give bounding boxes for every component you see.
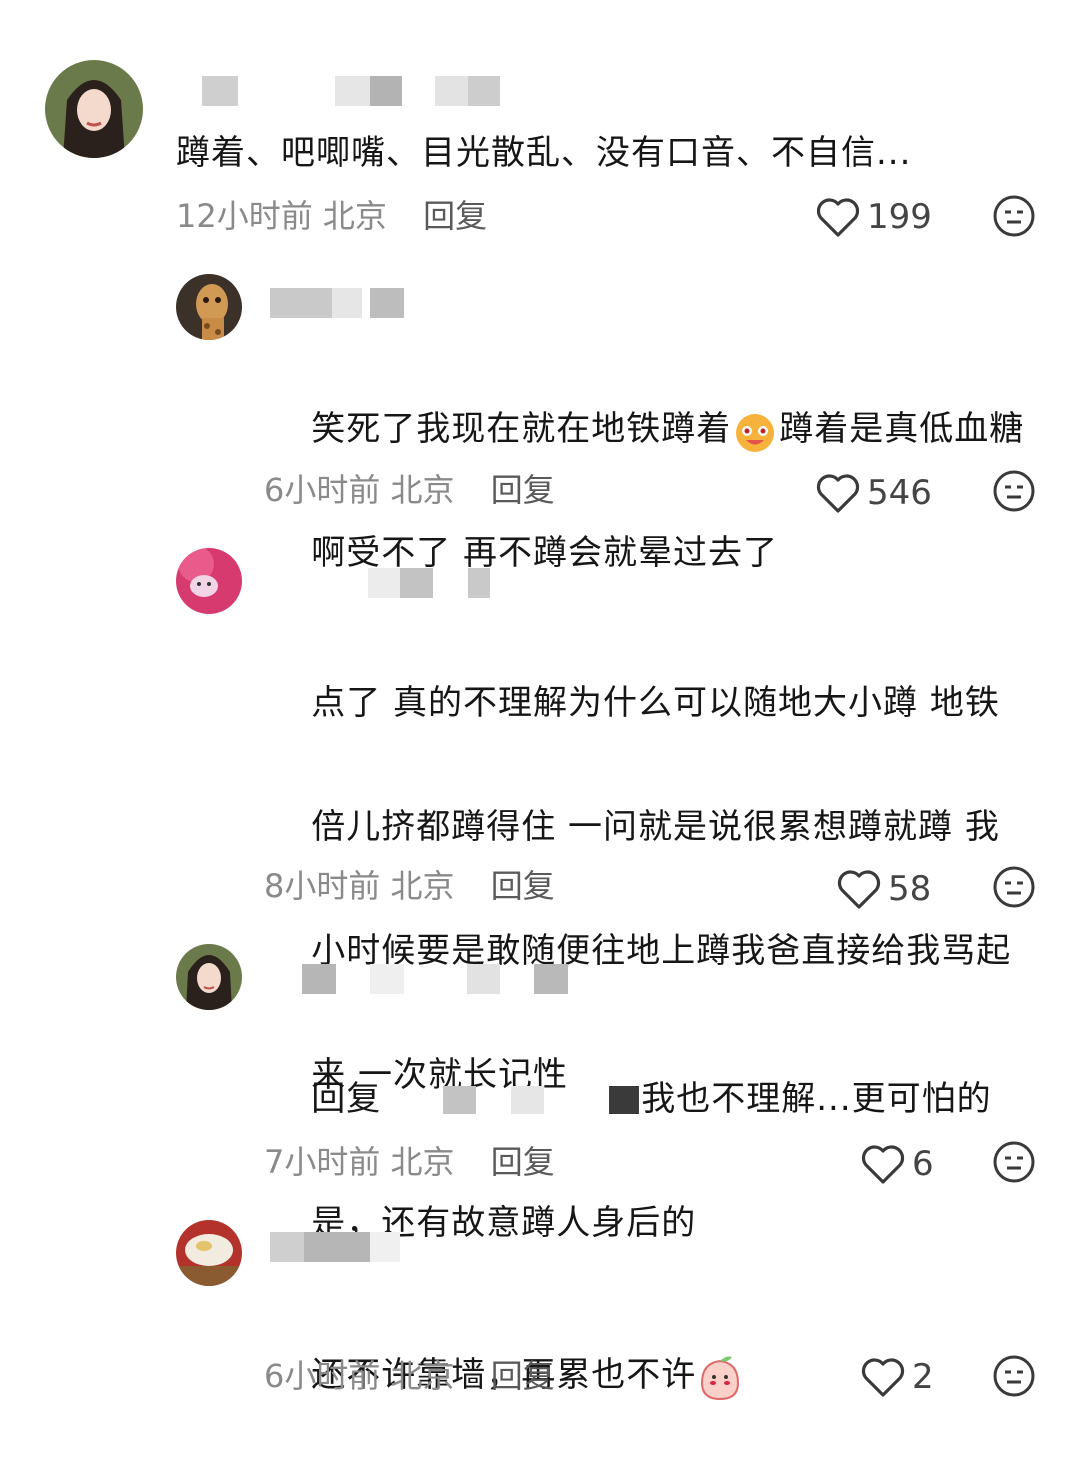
username-redacted[interactable] [262, 284, 422, 320]
username-redacted[interactable] [262, 960, 610, 996]
username-redacted[interactable] [368, 564, 498, 600]
comment-meta: 6小时前 北京 回复 [264, 470, 555, 510]
heart-outline-icon [816, 474, 860, 513]
like-button[interactable]: 199 [815, 196, 932, 238]
heart-outline-icon [837, 870, 881, 909]
like-button[interactable]: 2 [860, 1356, 934, 1398]
timestamp: 12小时前 [176, 197, 313, 235]
drooling-emoji-icon [736, 413, 775, 452]
timestamp: 8小时前 [264, 867, 381, 905]
location: 北京 [390, 1143, 455, 1181]
location: 北京 [390, 867, 455, 905]
reply-prefix: 回复 [311, 1079, 382, 1119]
comment-meta: 12小时前 北京 回复 [176, 196, 487, 236]
reply-button[interactable]: 回复 [491, 1357, 555, 1395]
neutral-face-icon[interactable] [992, 194, 1036, 238]
username-redacted[interactable] [262, 1228, 452, 1264]
like-count: 58 [888, 869, 932, 909]
neutral-face-icon[interactable] [992, 865, 1036, 909]
avatar[interactable] [176, 1220, 242, 1286]
mention-redacted[interactable] [381, 1084, 641, 1118]
timestamp: 6小时前 [264, 1357, 381, 1395]
heart-outline-icon [861, 1145, 905, 1184]
like-count: 2 [912, 1357, 934, 1397]
timestamp: 7小时前 [264, 1143, 381, 1181]
like-count: 199 [867, 197, 932, 237]
timestamp: 6小时前 [264, 471, 381, 509]
comment-meta: 8小时前 北京 回复 [264, 866, 555, 906]
avatar[interactable] [176, 548, 242, 614]
like-count: 6 [912, 1144, 934, 1184]
like-button[interactable]: 58 [836, 868, 931, 910]
comment-meta: 6小时前 北京 回复 [264, 1356, 555, 1396]
reply-button[interactable]: 回复 [491, 867, 555, 905]
location: 北京 [390, 471, 455, 509]
peach-shy-emoji-icon [701, 1356, 740, 1400]
username-redacted[interactable] [170, 72, 520, 108]
like-count: 546 [867, 473, 932, 513]
comment-text: 蹲着、吧唧嘴、目光散乱、没有口音、不自信... [176, 133, 912, 173]
comment-meta: 7小时前 北京 回复 [264, 1142, 555, 1182]
reply-button[interactable]: 回复 [491, 1143, 555, 1181]
like-button[interactable]: 6 [860, 1143, 934, 1185]
like-button[interactable]: 546 [815, 472, 932, 514]
avatar[interactable] [176, 944, 242, 1010]
location: 北京 [390, 1357, 455, 1395]
neutral-face-icon[interactable] [992, 1140, 1036, 1184]
avatar[interactable] [176, 274, 242, 340]
neutral-face-icon[interactable] [992, 469, 1036, 513]
heart-outline-icon [861, 1358, 905, 1397]
location: 北京 [322, 197, 387, 235]
avatar[interactable] [45, 60, 143, 158]
heart-outline-icon [816, 198, 860, 237]
neutral-face-icon[interactable] [992, 1354, 1036, 1398]
reply-button[interactable]: 回复 [491, 471, 555, 509]
reply-button[interactable]: 回复 [423, 197, 487, 235]
